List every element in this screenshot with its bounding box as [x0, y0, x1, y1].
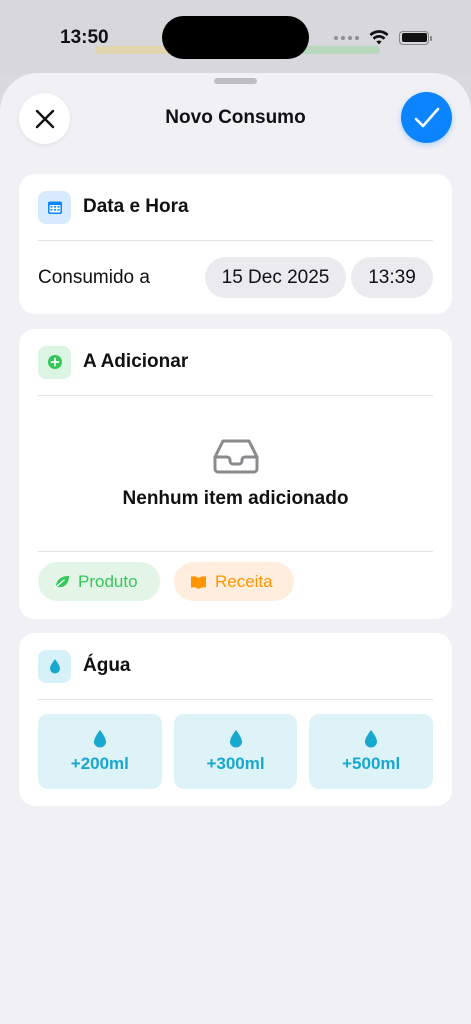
add-items-card-header: A Adicionar [19, 329, 452, 395]
consumed-at-label: Consumido a [38, 266, 150, 288]
checkmark-icon [414, 107, 439, 127]
water-amount-label: +300ml [206, 754, 265, 773]
time-picker[interactable]: 13:39 [351, 257, 433, 298]
water-card-title: Água [83, 655, 131, 676]
water-amount-label: +500ml [342, 754, 401, 773]
status-bar: 13:50 [0, 0, 471, 74]
empty-state: Nenhum item adicionado [19, 396, 452, 551]
consumed-at-row: Consumido a 15 Dec 2025 13:39 [19, 241, 452, 314]
add-product-button[interactable]: Produto [38, 562, 160, 601]
wifi-icon [369, 30, 389, 45]
empty-state-text: Nenhum item adicionado [122, 487, 349, 509]
water-500ml-button[interactable]: +500ml [309, 714, 434, 789]
book-icon [191, 575, 206, 589]
add-recipe-button[interactable]: Receita [174, 562, 294, 601]
confirm-button[interactable] [401, 92, 452, 143]
drop-icon [38, 649, 71, 683]
drop-icon [93, 730, 106, 748]
water-200ml-button[interactable]: +200ml [38, 714, 162, 789]
calendar-icon [38, 190, 71, 224]
water-300ml-button[interactable]: +300ml [173, 714, 298, 789]
water-card: Água +200ml +300ml +500ml [19, 633, 452, 806]
datetime-card-header: Data e Hora [19, 174, 452, 240]
dynamic-island [162, 16, 309, 59]
add-items-card-title: A Adicionar [83, 351, 189, 372]
status-icons [334, 30, 432, 45]
signal-icon [334, 35, 359, 40]
background-bar-green [300, 46, 380, 54]
drop-icon [365, 730, 378, 748]
sheet-grabber[interactable] [214, 78, 257, 84]
water-amount-label: +200ml [70, 754, 129, 773]
plus-circle-icon [38, 345, 71, 379]
battery-icon [399, 30, 432, 45]
datetime-card-title: Data e Hora [83, 196, 189, 217]
date-picker[interactable]: 15 Dec 2025 [205, 257, 346, 298]
datetime-card: Data e Hora Consumido a 15 Dec 2025 13:3… [19, 174, 452, 314]
status-time: 13:50 [60, 27, 109, 48]
add-buttons-row: Produto Receita [19, 552, 452, 611]
water-card-header: Água [19, 633, 452, 699]
add-items-card: A Adicionar Nenhum item adicionado Produ… [19, 329, 452, 619]
leaf-icon [54, 575, 69, 589]
add-recipe-label: Receita [215, 571, 273, 591]
drop-icon [229, 730, 242, 748]
new-consumption-sheet: Novo Consumo Data e Hora Consumido a 15 … [0, 73, 471, 1024]
water-options: +200ml +300ml +500ml [19, 700, 452, 789]
tray-icon [213, 439, 258, 473]
add-product-label: Produto [78, 571, 138, 591]
